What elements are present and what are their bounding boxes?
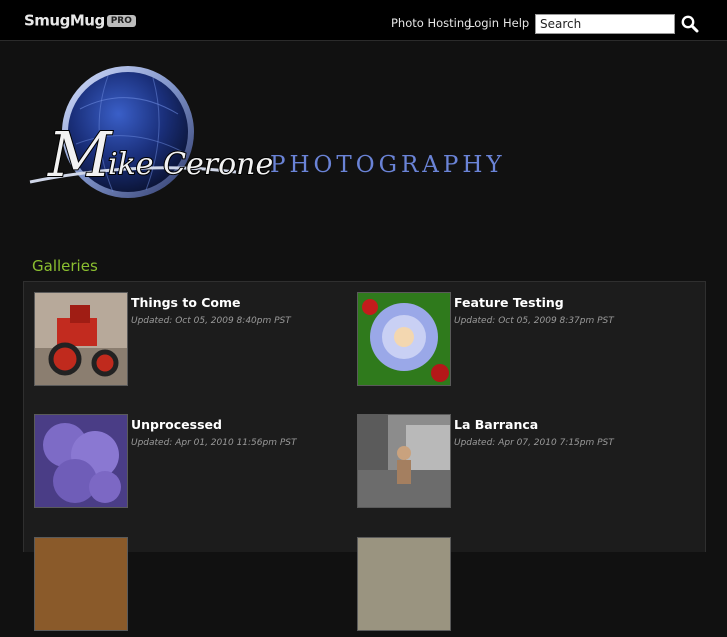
gallery-updated: Updated: Oct 05, 2009 8:40pm PST [131, 316, 291, 326]
gallery-item[interactable]: Feature Testing Updated: Oct 05, 2009 8:… [357, 292, 677, 392]
nav-help-link[interactable]: Help [503, 16, 529, 30]
mike-cerone-logo[interactable]: M ike Cerone [18, 64, 538, 204]
galleries-panel: Things to Come Updated: Oct 05, 2009 8:4… [23, 281, 706, 631]
svg-text:M: M [47, 118, 113, 191]
gallery-item[interactable]: Unprocessed Updated: Apr 01, 2010 11:56p… [34, 414, 354, 514]
nav-login-link[interactable]: Login [468, 16, 499, 30]
pro-badge: PRO [106, 14, 136, 27]
gallery-thumbnail[interactable] [357, 537, 451, 631]
gallery-item[interactable] [357, 537, 677, 637]
search-icon[interactable] [681, 15, 699, 33]
gallery-thumbnail[interactable] [357, 414, 451, 508]
gallery-item[interactable] [34, 537, 354, 637]
nav-photo-hosting-link[interactable]: Photo Hosting [391, 16, 471, 30]
photography-subtitle: PHOTOGRAPHY [270, 152, 506, 178]
galleries-heading: Galleries [32, 257, 98, 275]
search-input[interactable] [535, 14, 675, 34]
gallery-thumbnail[interactable] [34, 292, 128, 386]
gallery-updated: Updated: Apr 07, 2010 7:15pm PST [454, 438, 614, 448]
gallery-updated: Updated: Oct 05, 2009 8:37pm PST [454, 316, 614, 326]
gallery-title[interactable]: La Barranca [454, 417, 538, 432]
gallery-title[interactable]: Things to Come [131, 295, 241, 310]
gallery-title[interactable]: Unprocessed [131, 417, 222, 432]
gallery-item[interactable]: Things to Come Updated: Oct 05, 2009 8:4… [34, 292, 354, 392]
logo-text: SmugMug [24, 11, 105, 30]
gallery-updated: Updated: Apr 01, 2010 11:56pm PST [131, 438, 297, 448]
gallery-item[interactable]: La Barranca Updated: Apr 07, 2010 7:15pm… [357, 414, 677, 514]
svg-text:ike Cerone: ike Cerone [108, 147, 273, 182]
gallery-thumbnail[interactable] [34, 414, 128, 508]
gallery-thumbnail[interactable] [34, 537, 128, 631]
gallery-title[interactable]: Feature Testing [454, 295, 564, 310]
gallery-thumbnail[interactable] [357, 292, 451, 386]
smugmug-logo[interactable]: SmugMug PRO [24, 11, 136, 33]
top-bar: SmugMug PRO Photo Hosting Login Help [0, 0, 727, 41]
